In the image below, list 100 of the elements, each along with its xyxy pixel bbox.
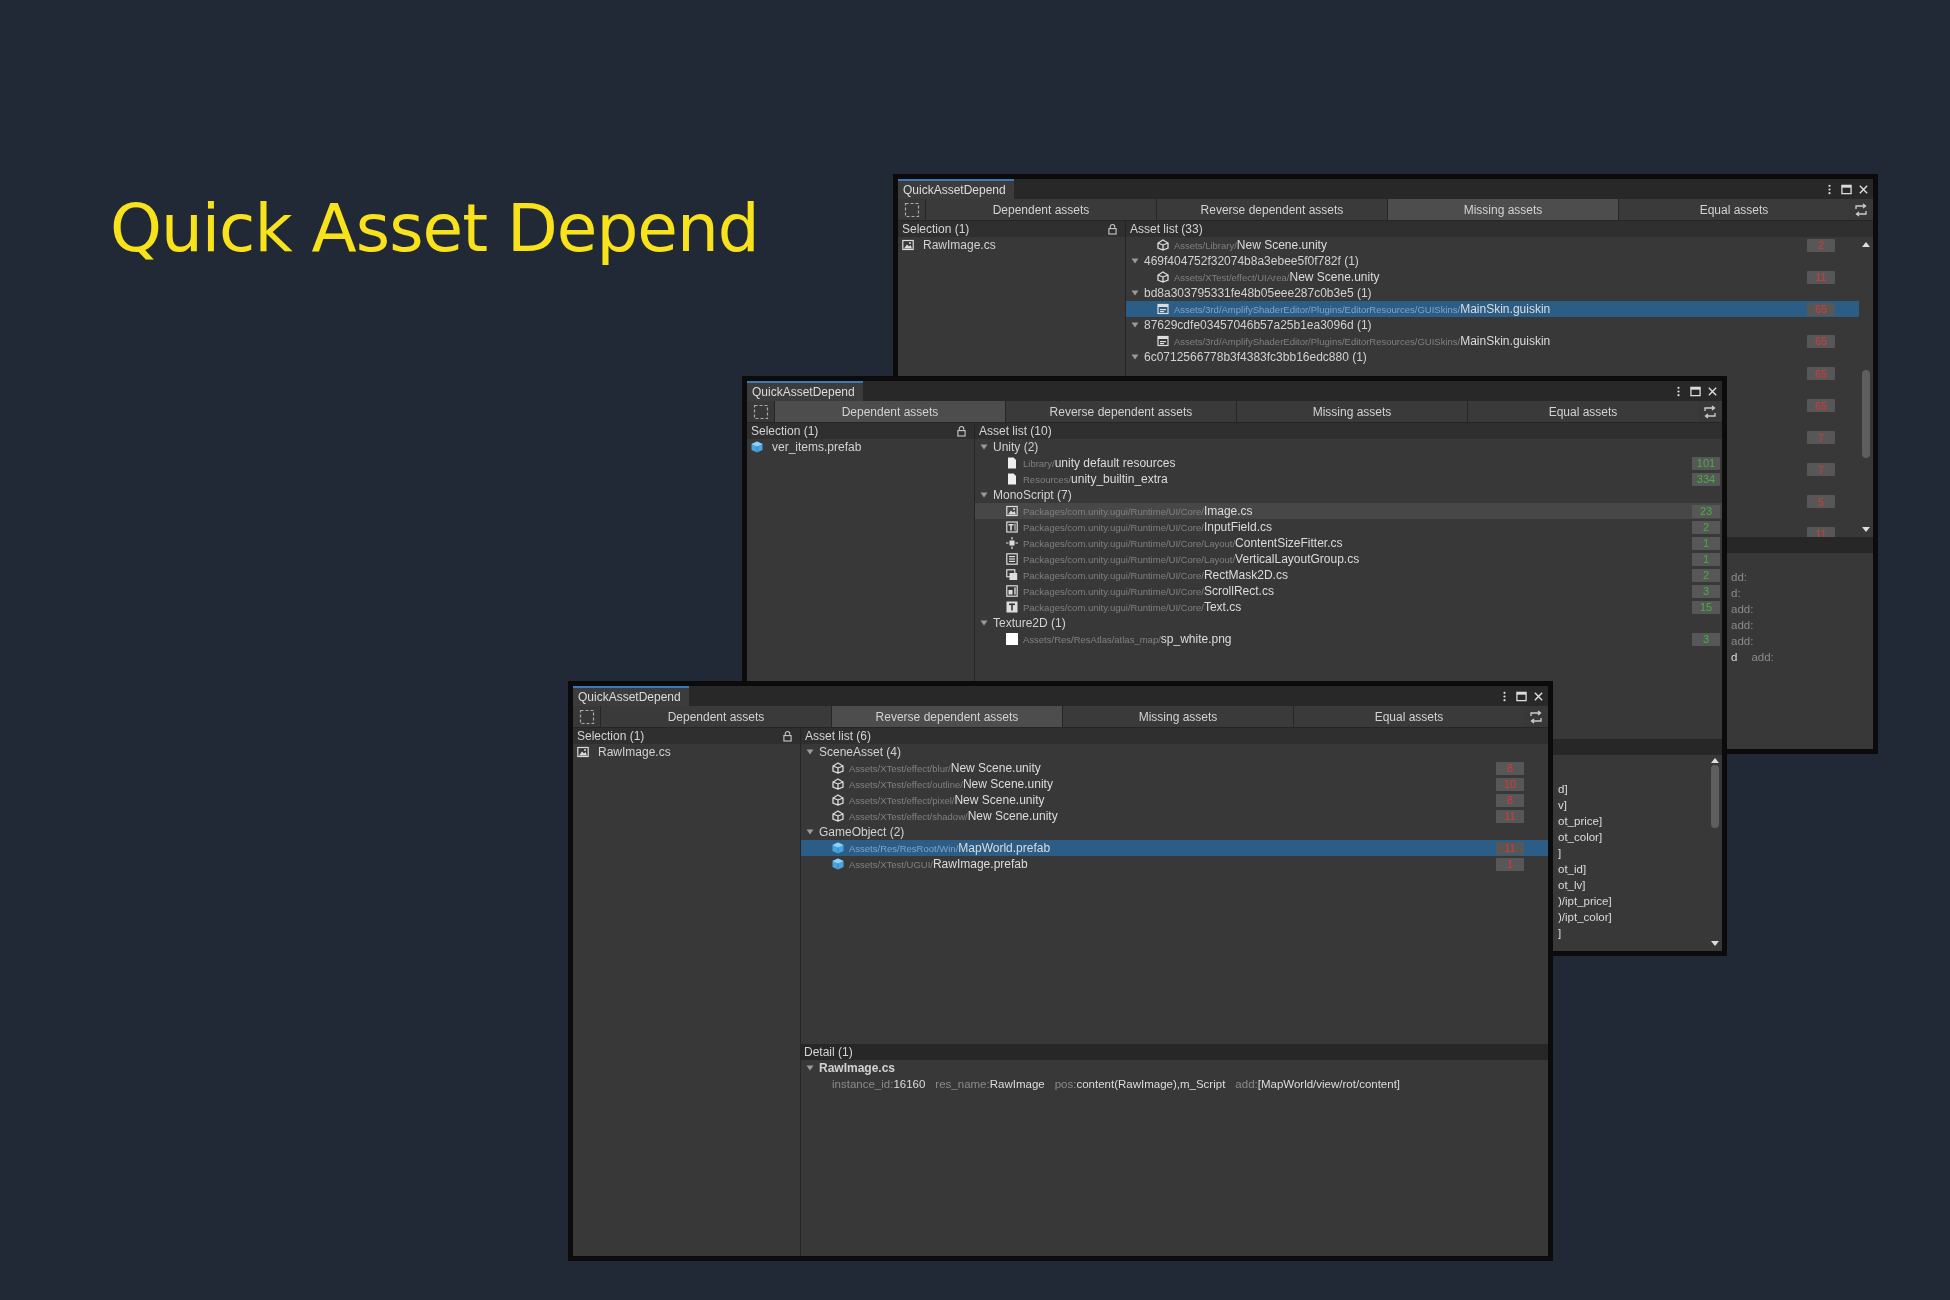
group-row[interactable]: Texture2D (1) [975, 615, 1722, 631]
selection-item[interactable]: RawImage.cs [898, 237, 1125, 253]
refresh-icon[interactable] [1703, 404, 1717, 419]
scroll-view-icon [1006, 585, 1018, 597]
expand-triangle-icon[interactable] [806, 828, 814, 836]
count-badge: 23 [1692, 504, 1720, 518]
mode-tab[interactable]: Reverse dependent assets [831, 706, 1062, 727]
pane-title: Asset list (10) [979, 424, 1052, 438]
expand-triangle-icon[interactable] [980, 491, 988, 499]
field-key: add: [1235, 1078, 1258, 1090]
asset-row[interactable]: Assets/XTest/effect/UIArea/New Scene.unity 11 [1126, 269, 1859, 285]
group-label: RawImage.cs [819, 1061, 896, 1075]
group-label: SceneAsset (4) [819, 745, 902, 759]
asset-row[interactable]: Assets/XTest/UGUI/RawImage.prefab 1 [801, 856, 1548, 872]
folder-path: Assets/XTest/effect/UIArea/ [1174, 271, 1290, 283]
folder-path: Assets/Library/ [1174, 239, 1237, 251]
file-name: New Scene.unity [967, 809, 1058, 823]
folder-path: Library/ [1023, 457, 1055, 469]
field-value: 16160 [893, 1078, 926, 1090]
count-badge: 5 [1807, 495, 1835, 508]
window-tab[interactable]: QuickAssetDepend [747, 381, 863, 401]
folder-path: Assets/3rd/AmplifyShaderEditor/Plugins/EditorResources/GUISkins/ [1174, 335, 1461, 347]
close-icon[interactable] [1707, 385, 1718, 397]
count-badge: 2 [1692, 568, 1720, 582]
lock-icon[interactable] [783, 730, 792, 742]
expand-triangle-icon[interactable] [980, 619, 988, 627]
asset-row[interactable]: Assets/Res/ResRoot/Win/MapWorld.prefab 11 [801, 840, 1548, 856]
expand-triangle-icon[interactable] [1131, 321, 1139, 329]
asset-row[interactable]: Assets/Library/New Scene.unity 2 [1126, 237, 1859, 253]
file-name: MainSkin.guiskin [1460, 302, 1551, 316]
asset-row[interactable]: Resources/unity_builtin_extra 334 [975, 471, 1722, 487]
close-icon[interactable] [1533, 690, 1544, 702]
asset-row[interactable]: Packages/com.unity.ugui/Runtime/UI/Core/ScrollRect.cs 3 [975, 583, 1722, 599]
expand-triangle-icon[interactable] [1131, 257, 1139, 265]
text-icon [1006, 601, 1018, 613]
asset-row[interactable]: Packages/com.unity.ugui/Runtime/UI/Core/RectMask2D.cs 2 [975, 567, 1722, 583]
group-row[interactable]: bd8a303795331fe48b05eee287c0b3e5 (1) [1126, 285, 1859, 301]
selection-box-icon[interactable] [904, 201, 920, 218]
file-name: Image.cs [1203, 504, 1253, 518]
expand-triangle-icon[interactable] [1131, 353, 1139, 361]
lock-icon[interactable] [1108, 223, 1117, 235]
group-row[interactable]: MonoScript (7) [975, 487, 1722, 503]
asset-row[interactable]: Packages/com.unity.ugui/Runtime/UI/Core/Layout/VerticalLayoutGroup.cs 1 [975, 551, 1722, 567]
group-row[interactable]: 469f404752f32074b8a3ebee5f0f782f (1) [1126, 253, 1859, 269]
count-badge: 2 [1692, 520, 1720, 534]
group-row[interactable]: Unity (2) [975, 439, 1722, 455]
selection-box-icon[interactable] [579, 708, 595, 725]
expand-triangle-icon[interactable] [806, 1064, 814, 1072]
expand-triangle-icon[interactable] [1131, 289, 1139, 297]
count-badge: 1 [1692, 552, 1720, 566]
count-badge: 1 [1692, 536, 1720, 550]
asset-row[interactable]: Library/unity default resources 101 [975, 455, 1722, 471]
window-tab[interactable]: QuickAssetDepend [898, 179, 1014, 199]
group-row[interactable]: GameObject (2) [801, 824, 1548, 840]
expand-triangle-icon[interactable] [806, 748, 814, 756]
asset-row[interactable]: Assets/XTest/effect/pixel/New Scene.unity 8 [801, 792, 1548, 808]
asset-row[interactable]: Packages/com.unity.ugui/Runtime/UI/Core/InputField.cs 2 [975, 519, 1722, 535]
texture-icon [1006, 633, 1018, 645]
asset-row[interactable]: Assets/XTest/effect/blur/New Scene.unity 8 [801, 760, 1548, 776]
lock-icon[interactable] [957, 425, 966, 437]
maximize-icon[interactable] [1690, 385, 1701, 397]
file-name: MainSkin.guiskin [1460, 334, 1551, 348]
file-name: ContentSizeFitter.cs [1235, 536, 1343, 550]
refresh-icon[interactable] [1529, 709, 1543, 724]
asset-row[interactable]: Assets/XTest/effect/shadow/New Scene.unity 11 [801, 808, 1548, 824]
count-badge: 65 [1807, 367, 1835, 380]
file-name: sp_white.png [1160, 632, 1232, 646]
window-tab[interactable]: QuickAssetDepend [573, 686, 689, 706]
asset-row[interactable]: Assets/3rd/AmplifyShaderEditor/Plugins/EditorResources/GUISkins/MainSkin.guiskin 65 [1126, 301, 1859, 317]
pane-title: Detail (1) [804, 1045, 853, 1059]
folder-path: Packages/com.unity.ugui/Runtime/UI/Core/ [1023, 521, 1204, 533]
selection-item[interactable]: ver_items.prefab [747, 439, 974, 455]
close-icon[interactable] [1858, 183, 1869, 195]
group-row[interactable]: 87629cdfe03457046b57a25b1ea3096d (1) [1126, 317, 1859, 333]
folder-path: Packages/com.unity.ugui/Runtime/UI/Core/Layout/ [1023, 553, 1236, 565]
selection-box-icon[interactable] [753, 403, 769, 420]
asset-row[interactable]: Assets/3rd/AmplifyShaderEditor/Plugins/EditorResources/GUISkins/MainSkin.guiskin 65 [1126, 333, 1859, 349]
selection-item[interactable]: RawImage.cs [573, 744, 800, 760]
asset-row[interactable]: Packages/com.unity.ugui/Runtime/UI/Core/Layout/ContentSizeFitter.cs 1 [975, 535, 1722, 551]
mode-tab[interactable]: Dependent assets [774, 401, 1005, 422]
cube-outline-icon [832, 778, 844, 790]
file-name: unity default resources [1054, 456, 1176, 470]
pane-title: Selection (1) [751, 424, 819, 438]
count-badge: 1 [1496, 857, 1524, 871]
asset-row[interactable]: Assets/XTest/effect/outline/New Scene.unity 10 [801, 776, 1548, 792]
refresh-icon[interactable] [1854, 202, 1868, 217]
group-row[interactable]: SceneAsset (4) [801, 744, 1548, 760]
group-row[interactable]: 6c0712566778b3f4383fc3bb16edc880 (1) [1126, 349, 1859, 365]
count-badge: 11 [1496, 809, 1524, 823]
cube-outline-icon [832, 762, 844, 774]
window-icon [1157, 335, 1169, 347]
expand-triangle-icon[interactable] [980, 443, 988, 451]
count-badge: 65 [1807, 302, 1835, 316]
count-badge: 11 [1496, 841, 1524, 855]
mode-tab[interactable]: Missing assets [1387, 199, 1618, 220]
maximize-icon[interactable] [1516, 690, 1527, 702]
document-icon [1006, 457, 1018, 469]
field-key: d: [1731, 587, 1741, 599]
asset-row[interactable]: Packages/com.unity.ugui/Runtime/UI/Core/Text.cs 15 [975, 599, 1722, 615]
maximize-icon[interactable] [1841, 183, 1852, 195]
